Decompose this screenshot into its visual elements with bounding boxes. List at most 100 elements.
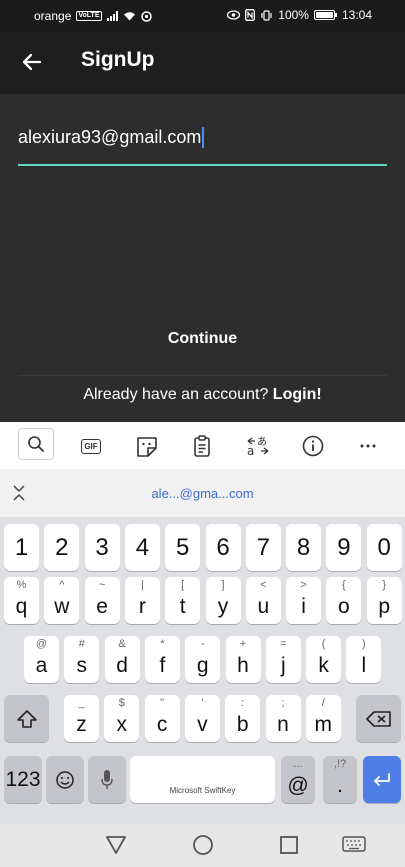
key-secondary-label: : [241,697,245,709]
key-label: a [35,653,48,677]
gif-label: GIF [81,438,101,454]
key-j[interactable]: = j [265,636,301,683]
signal-icon [106,11,118,21]
key-k[interactable]: (k [306,636,342,683]
back-arrow-icon[interactable] [20,50,44,74]
more-icon[interactable] [356,435,380,457]
key-secondary-label: $ [118,697,125,709]
key-label: 7 [256,533,270,561]
key-secondary-label: { [342,579,346,591]
period-key[interactable]: ,!?. [323,756,357,803]
key-e[interactable]: ~ e [84,577,120,624]
gif-icon[interactable]: GIF [79,435,103,457]
space-label: Microsoft SwiftKey [169,786,236,795]
back-nav-icon[interactable] [105,835,127,855]
key-u[interactable]: < u [245,577,281,624]
backspace-key[interactable] [356,695,401,742]
key-label: j [280,653,286,677]
key-t[interactable]: [t [165,577,201,624]
key-a[interactable]: @ a [24,636,59,683]
recents-nav-icon[interactable] [279,835,299,855]
key-secondary-label: * [160,638,165,650]
key-g[interactable]: -g [185,636,221,683]
key-label: l [361,653,367,677]
key-s[interactable]: # s [64,636,100,683]
at-key[interactable]: ... @ [281,756,315,803]
emoji-key[interactable] [46,756,84,803]
email-value: alexiura93@gmail.com [18,127,202,147]
key-label: 6 [216,533,230,561]
translate-icon[interactable]: a あ [246,435,270,457]
space-key[interactable]: Microsoft SwiftKey [130,756,275,803]
key-h[interactable]: + h [225,636,261,683]
key-1[interactable]: 1 [4,524,39,571]
page-title: SignUp [81,48,155,71]
text-caret [202,127,205,148]
vibrate-icon [261,9,272,21]
shift-key[interactable] [4,695,49,742]
key-w[interactable]: ^ w [44,577,80,624]
key-label: b [236,712,249,736]
key-label: g [196,653,209,677]
login-link[interactable]: Login! [273,386,322,403]
key-y[interactable]: ] y [205,577,241,624]
key-secondary-label: > [300,579,307,591]
key-label: 5 [176,533,190,561]
key-d[interactable]: & d [104,636,140,683]
key-2[interactable]: 2 [44,524,80,571]
enter-key[interactable] [363,756,401,803]
home-nav-icon[interactable] [192,834,214,856]
key-c[interactable]: " c [144,695,180,742]
continue-button[interactable]: Continue [0,330,405,348]
navigation-bar [0,824,405,867]
key-5[interactable]: 5 [165,524,201,571]
search-icon[interactable] [18,428,54,460]
login-prompt: Already have an account? [83,386,273,403]
key-label: h [237,653,249,677]
key-7[interactable]: 7 [245,524,281,571]
keyboard-switch-icon[interactable] [342,836,366,854]
key-label: 1 [14,533,29,561]
volte-badge: VoLTE [76,11,102,21]
key-9[interactable]: 9 [326,524,362,571]
key-f[interactable]: * f [144,636,180,683]
microphone-icon [101,769,113,789]
key-0[interactable]: 0 [366,524,402,571]
key-secondary-label: | [140,579,144,591]
status-bar: orange VoLTE 100% 13:04 [0,0,405,31]
key-label: p [378,594,391,618]
email-field[interactable]: alexiura93@gmail.com [18,124,387,166]
key-m[interactable]: / m [305,695,341,742]
key-x[interactable]: $ x [104,695,140,742]
key-3[interactable]: 3 [84,524,120,571]
key-q[interactable]: % q [4,577,39,624]
key-o[interactable]: {o [326,577,362,624]
key-secondary-label: ] [221,579,225,591]
key-r[interactable]: | r [124,577,160,624]
battery-icon [313,10,337,20]
key-i[interactable]: > i [286,577,322,624]
key-secondary-label: [ [181,579,185,591]
key-v[interactable]: ' v [184,695,220,742]
suggestion-item[interactable]: ale...@gma...com [0,486,405,501]
sticker-icon[interactable] [135,435,159,457]
key-p[interactable]: } p [366,577,402,624]
key-n[interactable]: ; n [265,695,301,742]
key-label: i [301,594,306,618]
key-label: x [116,712,128,736]
key-8[interactable]: 8 [286,524,322,571]
keyboard-toolbar: GIF a あ [0,422,405,469]
key-secondary-label: ( [321,638,326,650]
key-label: 123 [5,767,41,791]
backspace-icon [365,710,391,727]
mic-key[interactable] [88,756,126,803]
numbers-key[interactable]: 123 [4,756,42,803]
key-l[interactable]: ) l [346,636,382,683]
info-icon[interactable] [301,435,325,457]
key-b[interactable]: :b [225,695,261,742]
login-row: Already have an account? Login! [0,386,405,404]
key-4[interactable]: 4 [124,524,160,571]
key-z[interactable]: _ z [64,695,99,742]
key-6[interactable]: 6 [205,524,241,571]
clipboard-icon[interactable] [190,435,214,457]
